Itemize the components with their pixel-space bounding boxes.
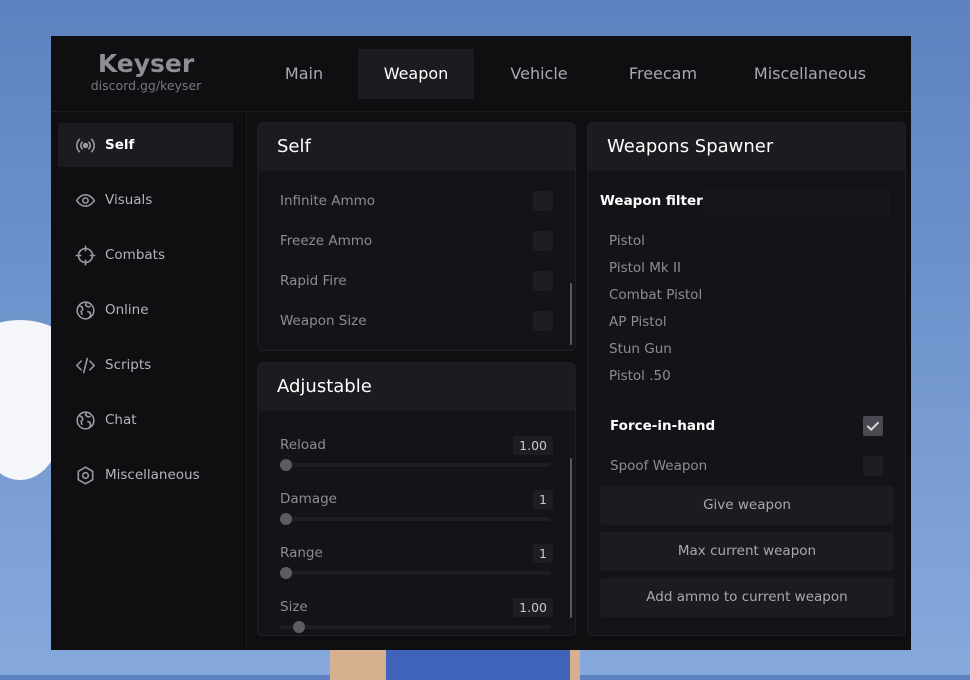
option-label: Spoof Weapon [610, 458, 708, 474]
weapon-list-item[interactable]: Stun Gun [609, 341, 672, 357]
sidebar-item-label: Online [105, 302, 149, 318]
sidebar-item-online[interactable]: Online [58, 288, 233, 332]
tab-freecam[interactable]: Freecam [611, 49, 715, 99]
adjustable-panel-scrollbar[interactable] [570, 458, 572, 618]
eye-icon [74, 189, 96, 211]
rapid-fire-checkbox[interactable] [533, 271, 553, 291]
tab-main[interactable]: Main [259, 49, 349, 99]
globe-icon [74, 299, 96, 321]
weapon-list-item[interactable]: Combat Pistol [609, 287, 702, 303]
size-label: Size [280, 599, 308, 615]
option-freeze-ammo: Freeze Ammo [280, 230, 553, 252]
size-value: 1.00 [513, 598, 553, 617]
give-weapon-button[interactable]: Give weapon [600, 486, 894, 525]
size-slider[interactable] [280, 621, 551, 633]
force-in-hand-checkbox[interactable] [863, 416, 883, 436]
crosshair-icon [74, 244, 96, 266]
freeze-ammo-checkbox[interactable] [533, 231, 553, 251]
option-infinite-ammo: Infinite Ammo [280, 190, 553, 212]
reload-slider[interactable] [280, 459, 551, 471]
option-label: Force-in-hand [610, 418, 716, 434]
brand-subtitle: discord.gg/keyser [90, 78, 202, 93]
infinite-ammo-checkbox[interactable] [533, 191, 553, 211]
checkmark-icon [867, 421, 879, 431]
sidebar-item-miscellaneous[interactable]: Miscellaneous [58, 453, 233, 497]
option-force-in-hand: Force-in-hand [610, 415, 883, 437]
option-label: Rapid Fire [280, 273, 347, 289]
add-ammo-button[interactable]: Add ammo to current weapon [600, 578, 894, 617]
sidebar-item-label: Scripts [105, 357, 152, 373]
self-panel-scrollbar[interactable] [570, 283, 572, 345]
weapon-list-item[interactable]: AP Pistol [609, 314, 667, 330]
reload-value: 1.00 [513, 436, 553, 455]
sidebar-item-label: Chat [105, 412, 137, 428]
self-panel: Self Infinite Ammo Freeze Ammo Rapid Fir… [257, 122, 576, 351]
menu-window: Keyser discord.gg/keyser Main Weapon Veh… [51, 36, 911, 650]
sidebar-item-label: Miscellaneous [105, 467, 200, 483]
option-label: Weapon Size [280, 313, 367, 329]
damage-label: Damage [280, 491, 337, 507]
adjustable-panel: Adjustable Reload 1.00 Damage 1 Range 1 … [257, 362, 576, 636]
range-slider-knob[interactable] [280, 567, 292, 579]
sidebar-item-combats[interactable]: Combats [58, 233, 233, 277]
max-current-weapon-button[interactable]: Max current weapon [600, 532, 894, 571]
size-slider-knob[interactable] [292, 621, 305, 633]
spoof-weapon-checkbox[interactable] [863, 456, 883, 476]
range-label: Range [280, 545, 323, 561]
range-slider[interactable] [280, 567, 551, 579]
self-panel-title: Self [258, 123, 575, 171]
damage-value: 1 [533, 490, 553, 509]
sidebar-item-self[interactable]: Self [58, 123, 233, 167]
weapons-spawner-title: Weapons Spawner [588, 123, 905, 171]
gear-icon [74, 464, 96, 486]
option-label: Freeze Ammo [280, 233, 373, 249]
top-bar: Keyser discord.gg/keyser Main Weapon Veh… [51, 36, 911, 112]
reload-label: Reload [280, 437, 326, 453]
broadcast-icon [74, 134, 96, 156]
option-spoof-weapon: Spoof Weapon [610, 455, 883, 477]
sidebar-item-chat[interactable]: Chat [58, 398, 233, 442]
sidebar-item-label: Combats [105, 247, 166, 263]
tab-miscellaneous[interactable]: Miscellaneous [739, 49, 881, 99]
option-rapid-fire: Rapid Fire [280, 270, 553, 292]
globe-icon [74, 409, 96, 431]
weapon-list-item[interactable]: Pistol [609, 233, 645, 249]
weapon-filter-label: Weapon filter [600, 193, 703, 209]
adjustable-panel-title: Adjustable [258, 363, 575, 411]
weapon-list-item[interactable]: Pistol Mk II [609, 260, 681, 276]
option-label: Infinite Ammo [280, 193, 376, 209]
weapon-list-item[interactable]: Pistol .50 [609, 368, 671, 384]
code-icon [74, 354, 96, 376]
sidebar-item-scripts[interactable]: Scripts [58, 343, 233, 387]
damage-slider[interactable] [280, 513, 551, 525]
damage-slider-knob[interactable] [280, 513, 292, 525]
brand-title: Keyser [97, 49, 195, 78]
option-weapon-size: Weapon Size [280, 310, 553, 332]
tab-vehicle[interactable]: Vehicle [491, 49, 587, 99]
weapons-spawner-panel: Weapons Spawner Weapon filter Pistol Pis… [587, 122, 906, 636]
brand: Keyser discord.gg/keyser [81, 50, 211, 94]
reload-slider-knob[interactable] [280, 459, 292, 471]
tab-weapon[interactable]: Weapon [358, 49, 474, 99]
weapon-filter-input[interactable] [703, 190, 890, 216]
sidebar-item-label: Visuals [105, 192, 153, 208]
sidebar-item-label: Self [105, 137, 135, 153]
range-value: 1 [533, 544, 553, 563]
sidebar: Self Visuals Combats Online Scripts Chat… [51, 112, 247, 650]
sidebar-item-visuals[interactable]: Visuals [58, 178, 233, 222]
weapon-size-checkbox[interactable] [533, 311, 553, 331]
